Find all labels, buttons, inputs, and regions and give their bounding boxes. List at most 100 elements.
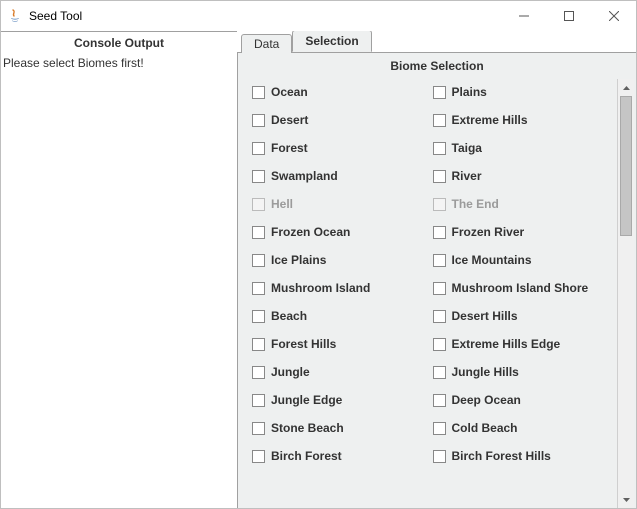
biome-checkbox-desert[interactable]: Desert — [252, 113, 429, 127]
checkbox-icon — [433, 142, 446, 155]
biome-label: Ocean — [271, 85, 308, 99]
checkbox-icon — [433, 114, 446, 127]
biome-checkbox-mushroom-island-shore[interactable]: Mushroom Island Shore — [433, 281, 610, 295]
biome-checkbox-taiga[interactable]: Taiga — [433, 141, 610, 155]
biome-label: Frozen River — [452, 225, 525, 239]
biome-label: Cold Beach — [452, 421, 518, 435]
biome-label: Ice Plains — [271, 253, 326, 267]
biome-checkbox-birch-forest[interactable]: Birch Forest — [252, 449, 429, 463]
biome-label: Ice Mountains — [452, 253, 532, 267]
biome-label: Stone Beach — [271, 421, 344, 435]
checkbox-icon — [252, 254, 265, 267]
biome-label: Beach — [271, 309, 307, 323]
biome-label: Jungle — [271, 365, 310, 379]
checkbox-icon — [252, 282, 265, 295]
biome-checkbox-hell: Hell — [252, 197, 429, 211]
checkbox-icon — [252, 366, 265, 379]
biome-checkbox-jungle-edge[interactable]: Jungle Edge — [252, 393, 429, 407]
biome-checkbox-ice-mountains[interactable]: Ice Mountains — [433, 253, 610, 267]
main-pane: Data Selection Biome Selection Ocean Pla… — [237, 31, 636, 508]
maximize-button[interactable] — [546, 1, 591, 31]
checkbox-icon — [252, 170, 265, 183]
biome-checkbox-stone-beach[interactable]: Stone Beach — [252, 421, 429, 435]
close-button[interactable] — [591, 1, 636, 31]
titlebar: Seed Tool — [1, 1, 636, 31]
biome-checkbox-cold-beach[interactable]: Cold Beach — [433, 421, 610, 435]
checkbox-icon — [252, 422, 265, 435]
checkbox-icon — [252, 338, 265, 351]
tab-data[interactable]: Data — [241, 34, 292, 53]
checkbox-icon — [433, 366, 446, 379]
section-title: Biome Selection — [238, 53, 636, 79]
biome-checkbox-frozen-river[interactable]: Frozen River — [433, 225, 610, 239]
biome-checkbox-extreme-hills[interactable]: Extreme Hills — [433, 113, 610, 127]
checkbox-icon — [433, 282, 446, 295]
checkbox-icon — [433, 394, 446, 407]
checkbox-icon — [433, 450, 446, 463]
window-title: Seed Tool — [29, 9, 82, 23]
biome-label: Mushroom Island Shore — [452, 281, 589, 295]
biome-label: River — [452, 169, 482, 183]
biome-checkbox-extreme-hills-edge[interactable]: Extreme Hills Edge — [433, 337, 610, 351]
biome-scroll-area: Ocean Plains Desert Extreme Hills Forest… — [240, 79, 634, 508]
scroll-down-arrow-icon[interactable] — [618, 491, 634, 508]
checkbox-icon — [252, 310, 265, 323]
checkbox-icon — [433, 226, 446, 239]
biome-checkbox-ocean[interactable]: Ocean — [252, 85, 429, 99]
biome-label: Birch Forest — [271, 449, 342, 463]
biome-checkbox-ice-plains[interactable]: Ice Plains — [252, 253, 429, 267]
biome-checkbox-mushroom-island[interactable]: Mushroom Island — [252, 281, 429, 295]
checkbox-icon — [252, 86, 265, 99]
biome-label: Swampland — [271, 169, 338, 183]
minimize-button[interactable] — [501, 1, 546, 31]
biome-checkbox-forest[interactable]: Forest — [252, 141, 429, 155]
biome-label: Extreme Hills — [452, 113, 528, 127]
checkbox-icon — [433, 170, 446, 183]
biome-label: Birch Forest Hills — [452, 449, 551, 463]
tab-content-selection: Biome Selection Ocean Plains Desert Extr… — [237, 53, 636, 508]
biome-label: Forest — [271, 141, 308, 155]
biome-label: Mushroom Island — [271, 281, 370, 295]
checkbox-icon — [252, 198, 265, 211]
checkbox-icon — [433, 86, 446, 99]
biome-checkbox-jungle-hills[interactable]: Jungle Hills — [433, 365, 610, 379]
scroll-track[interactable] — [618, 96, 634, 491]
biome-label: Taiga — [452, 141, 482, 155]
biome-checkbox-beach[interactable]: Beach — [252, 309, 429, 323]
tab-row: Data Selection — [237, 31, 636, 53]
biome-checkbox-forest-hills[interactable]: Forest Hills — [252, 337, 429, 351]
console-pane: Console Output Please select Biomes firs… — [1, 31, 237, 508]
biome-label: Jungle Hills — [452, 365, 519, 379]
checkbox-icon — [433, 338, 446, 351]
biome-label: Desert Hills — [452, 309, 518, 323]
console-header: Console Output — [1, 32, 237, 54]
biome-label: Deep Ocean — [452, 393, 521, 407]
checkbox-icon — [252, 394, 265, 407]
java-icon — [7, 8, 23, 24]
biome-checkbox-plains[interactable]: Plains — [433, 85, 610, 99]
biome-label: Hell — [271, 197, 293, 211]
biome-label: Extreme Hills Edge — [452, 337, 561, 351]
checkbox-icon — [252, 142, 265, 155]
biome-checkbox-birch-forest-hills[interactable]: Birch Forest Hills — [433, 449, 610, 463]
biome-label: Desert — [271, 113, 308, 127]
biome-grid: Ocean Plains Desert Extreme Hills Forest… — [252, 85, 609, 463]
scroll-up-arrow-icon[interactable] — [618, 79, 634, 96]
biome-checkbox-river[interactable]: River — [433, 169, 610, 183]
biome-label: Plains — [452, 85, 487, 99]
biome-checkbox-desert-hills[interactable]: Desert Hills — [433, 309, 610, 323]
biome-label: The End — [452, 197, 499, 211]
biome-checkbox-swampland[interactable]: Swampland — [252, 169, 429, 183]
scroll-thumb[interactable] — [620, 96, 632, 236]
checkbox-icon — [433, 422, 446, 435]
biome-checkbox-deep-ocean[interactable]: Deep Ocean — [433, 393, 610, 407]
checkbox-icon — [433, 198, 446, 211]
app-window: Seed Tool Console Output Please select B… — [0, 0, 637, 509]
checkbox-icon — [252, 226, 265, 239]
tab-selection[interactable]: Selection — [292, 31, 371, 52]
checkbox-icon — [252, 450, 265, 463]
vertical-scrollbar[interactable] — [617, 79, 634, 508]
biome-checkbox-frozen-ocean[interactable]: Frozen Ocean — [252, 225, 429, 239]
biome-label: Frozen Ocean — [271, 225, 350, 239]
biome-checkbox-jungle[interactable]: Jungle — [252, 365, 429, 379]
